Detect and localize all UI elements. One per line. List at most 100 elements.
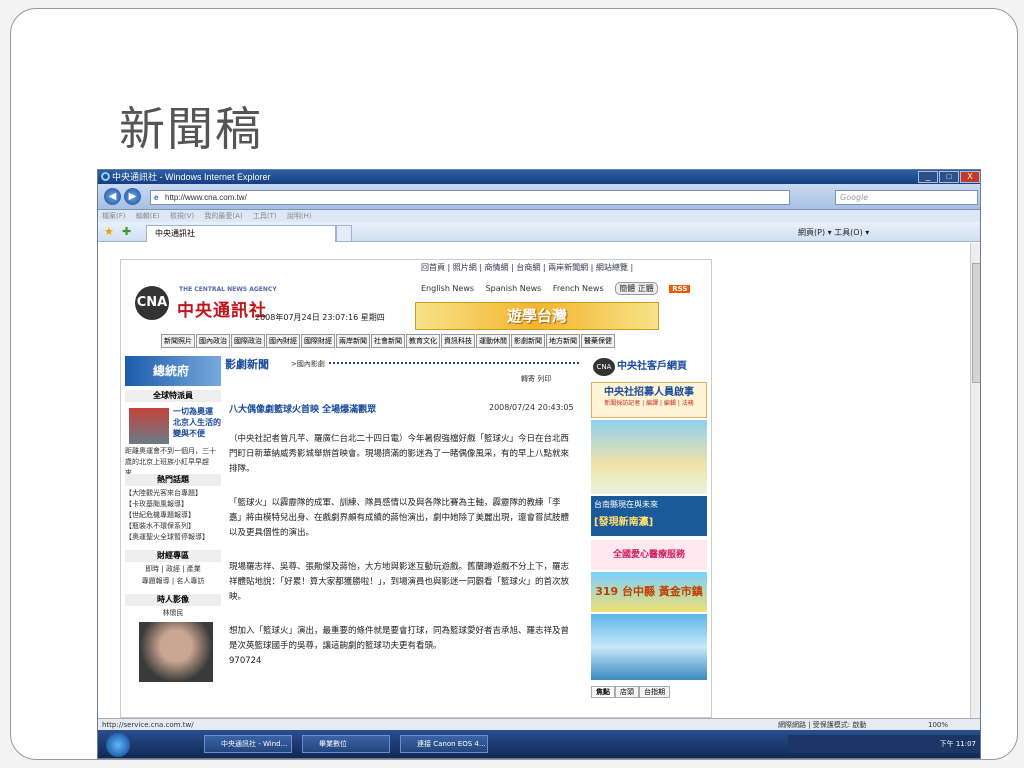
tab-otc[interactable]: 店頭 (615, 686, 639, 698)
agency-english-name: THE CENTRAL NEWS AGENCY (179, 286, 277, 293)
menu-help[interactable]: 說明(H) (287, 212, 312, 220)
article-headline: 八大偶像劇籃球火首映 全場爆滿觀眾 (229, 405, 377, 415)
cat-local[interactable]: 地方新聞 (546, 334, 580, 348)
hot-topic-item[interactable]: 【奧運聖火全球暫停報導】 (125, 532, 221, 543)
url-input[interactable]: http://www.cna.com.tw/ (150, 190, 790, 205)
ocean-ad[interactable] (591, 614, 707, 680)
top-links[interactable]: 回首頁 | 照片網 | 商情網 | 台商網 | 兩岸新聞網 | 網站總覽 | (421, 262, 633, 273)
tennis-ad[interactable] (591, 420, 707, 494)
slide-title: 新聞稿 (119, 102, 263, 156)
clock[interactable]: 下午 11:07 (940, 735, 976, 753)
cat-society[interactable]: 社會新聞 (371, 334, 405, 348)
cat-domestic-politics[interactable]: 國內政治 (196, 334, 230, 348)
favorites-star-icon[interactable]: ★ (104, 225, 114, 238)
article-paragraph: 970724 (229, 656, 262, 666)
hot-topic-item[interactable]: 【卡玫基颱風報導】 (125, 499, 221, 510)
cat-intl-finance[interactable]: 國際財經 (301, 334, 335, 348)
language-links: English News Spanish News French News 簡體… (421, 282, 699, 295)
recruit-ad[interactable]: 中央社招募人員啟事 新聞採訪記者 | 編譯 | 編輯 | 法務 (591, 382, 707, 418)
taskbar-ie[interactable]: 中央通訊社 - Wind... (204, 735, 292, 753)
tainan-ad[interactable]: 台南縣現在與未來 [發現新南瀛] (591, 496, 707, 536)
close-button[interactable]: X (960, 171, 980, 183)
taskbar-folder[interactable]: 畢業數位 (302, 735, 390, 753)
system-tray: 下午 11:07 (788, 735, 980, 753)
cna-page: 回首頁 | 照片網 | 商情網 | 台商網 | 兩岸新聞網 | 網站總覽 | E… (120, 259, 712, 718)
menu-tools[interactable]: 工具(T) (253, 212, 277, 220)
script-toggle[interactable]: 簡體 正體 (615, 282, 658, 295)
ie-icon (101, 172, 110, 181)
article-time: 2008/07/24 20:43:05 (489, 403, 574, 412)
recruit-ad-title: 中央社招募人員啟事 (604, 387, 694, 398)
browser-screenshot: 中央通訊社 - Windows Internet Explorer _ □ X … (97, 169, 981, 759)
minimize-button[interactable]: _ (918, 171, 938, 183)
menu-view[interactable]: 檢視(V) (170, 212, 194, 220)
hot-topic-item[interactable]: 【世紀危機專題報導】 (125, 510, 221, 521)
windows-taskbar: 中央通訊社 - Wind... 畢業數位 連接 Canon EOS 4... 下… (98, 730, 980, 758)
new-tab-button[interactable] (336, 225, 352, 242)
cna-logo[interactable]: CNA (135, 286, 169, 320)
menu-favorites[interactable]: 我的最愛(A) (204, 212, 242, 220)
subsection-link[interactable]: >國內影劇 (291, 359, 325, 369)
taskbar-canon[interactable]: 連接 Canon EOS 4... (400, 735, 488, 753)
english-news-link[interactable]: English News (421, 284, 474, 293)
cat-entertainment[interactable]: 影劇新聞 (511, 334, 545, 348)
cat-photos[interactable]: 新聞照片 (161, 334, 195, 348)
menu-edit[interactable]: 編輯(E) (136, 212, 160, 220)
people-name[interactable]: 林懷民 (125, 608, 221, 619)
add-favorite-icon[interactable]: ✚ (122, 225, 131, 238)
article-paragraph: （中央社記者曾凡芊、羅廣仁台北二十四日電）今年暑假強檔好戲「籃球火」今日在台北西… (229, 434, 570, 474)
window-title: 中央通訊社 - Windows Internet Explorer (112, 172, 271, 182)
cat-domestic-finance[interactable]: 國內財經 (266, 334, 300, 348)
address-toolbar: ◀ ▶ http://www.cna.com.tw/ Google (98, 184, 980, 210)
cat-cross-strait[interactable]: 兩岸新聞 (336, 334, 370, 348)
right-column: 中央社客戶網頁 CNA 中央社招募人員啟事 新聞採訪記者 | 編譯 | 編輯 |… (591, 356, 709, 716)
reporter-photo[interactable] (129, 408, 169, 444)
cat-it[interactable]: 資訊科技 (441, 334, 475, 348)
charity-ad[interactable]: 全國愛心醫療服務 (591, 540, 707, 570)
menu-file[interactable]: 檔案(F) (102, 212, 126, 220)
presidential-office-banner[interactable]: 總統府 (125, 356, 221, 386)
hot-topic-item[interactable]: 【大陸觀光客來台專題】 (125, 488, 221, 499)
tab-focus[interactable]: 焦點 (591, 686, 615, 698)
finance-links-2[interactable]: 專題報導 | 名人專訪 (125, 576, 221, 587)
article-column: 影劇新聞 >國內影劇 轉寄 列印 八大偶像劇籃球火首映 全場爆滿觀眾 2008/… (225, 356, 587, 716)
hot-topics-heading: 熱門話題 (125, 474, 221, 486)
vertical-scrollbar[interactable] (970, 243, 980, 718)
scrollbar-thumb[interactable] (972, 263, 980, 383)
section-title: 影劇新聞 (225, 358, 269, 371)
article-paragraph: 現場羅志祥、吳尊、張勛傑及蔣怡，大方地與影迷互動玩遊戲。舊蘭蹲遊戲不分上下，羅志… (229, 562, 570, 602)
tab-bar: ★ ✚ 中央通訊社 網頁(P) ▾ 工具(O) ▾ (98, 222, 980, 242)
left-column: 總統府 全球特派員 一切為奧運 北京人生活的變與不便 距離奧運會不到一個月，三十… (125, 356, 223, 716)
article-utils[interactable]: 轉寄 列印 (521, 374, 551, 384)
maximize-button[interactable]: □ (939, 171, 959, 183)
page-viewport: 回首頁 | 照片網 | 商情網 | 台商網 | 兩岸新聞網 | 網站總覽 | E… (98, 243, 970, 718)
tainan-ad-title: 台南縣現在與未來 (594, 500, 658, 509)
person-photo[interactable] (139, 622, 213, 682)
spanish-news-link[interactable]: Spanish News (486, 284, 542, 293)
cat-education[interactable]: 教育文化 (406, 334, 440, 348)
french-news-link[interactable]: French News (553, 284, 604, 293)
page-datetime: 2008年07月24日 23:07:16 星期四 (255, 313, 385, 322)
finance-heading: 財經專區 (125, 550, 221, 562)
back-button[interactable]: ◀ (104, 188, 121, 205)
start-button[interactable] (106, 733, 130, 757)
reporter-story-title[interactable]: 一切為奧運 北京人生活的變與不便 (173, 406, 223, 439)
right-tabs: 焦點 店頭 台指期 (591, 686, 670, 698)
slide: 新聞稿 中央通訊社 - Windows Internet Explorer _ … (10, 8, 1018, 760)
cat-health[interactable]: 醫藥保健 (581, 334, 615, 348)
command-bar[interactable]: 網頁(P) ▾ 工具(O) ▾ (798, 227, 869, 238)
study-taiwan-banner[interactable]: 遊學台灣 (415, 302, 659, 330)
hot-topic-item[interactable]: 【瓶裝水不環保系列】 (125, 521, 221, 532)
rss-button[interactable]: RSS (669, 285, 691, 293)
recruit-ad-sub: 新聞採訪記者 | 編譯 | 編輯 | 法務 (604, 400, 694, 407)
taichung-ad[interactable]: 319 台中縣 黃金市鎮 (591, 572, 707, 612)
tab-cna[interactable]: 中央通訊社 (146, 225, 336, 242)
tab-taiex[interactable]: 台指期 (639, 686, 670, 698)
cat-sports[interactable]: 運動休閒 (476, 334, 510, 348)
cat-intl-politics[interactable]: 國際政治 (231, 334, 265, 348)
status-bar: http://service.cna.com.tw/ 網際網路 | 受保護模式:… (98, 718, 980, 730)
finance-links[interactable]: 即時 | 政經 | 產業 (125, 564, 221, 575)
article-paragraph: 「籃球火」以霹靂隊的成軍、訓練、隊員感情以及與各隊比賽為主軸，霹靂隊的教練「李嘉… (229, 498, 570, 538)
forward-button[interactable]: ▶ (124, 188, 141, 205)
search-input[interactable]: Google (835, 190, 978, 205)
